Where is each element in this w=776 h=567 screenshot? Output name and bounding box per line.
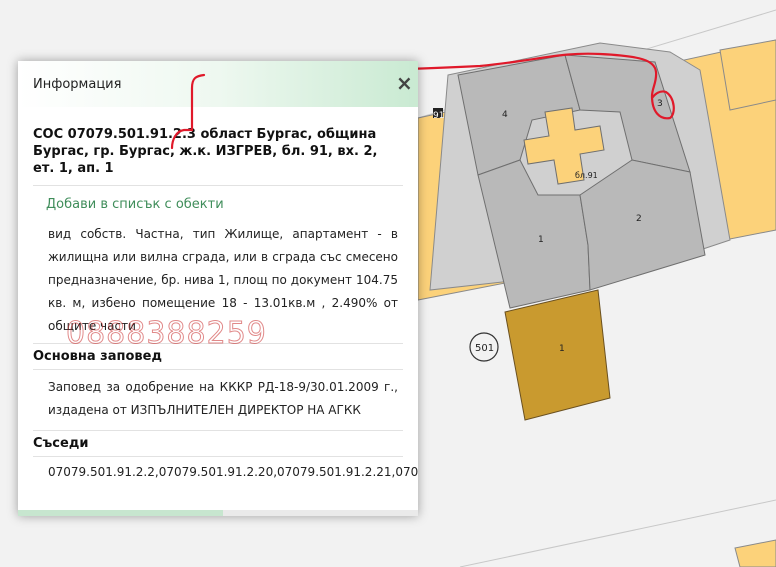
label-building-2: 2 (636, 214, 642, 224)
panel-title: Информация (33, 77, 122, 92)
label-block-91: бл.91 (575, 171, 598, 180)
scrollbar-thumb[interactable] (18, 510, 223, 516)
neighbors-heading: Съседи (33, 436, 89, 451)
order-heading: Основна заповед (33, 349, 162, 364)
panel-header: Информация × (18, 61, 418, 107)
divider (33, 456, 403, 457)
divider (33, 430, 403, 431)
object-description: вид собств. Частна, тип Жилище, апартаме… (48, 227, 398, 333)
divider (33, 185, 403, 186)
label-building-4: 4 (502, 110, 508, 120)
label-parcel-501: 501 (475, 343, 494, 354)
parcel-right[interactable] (719, 39, 776, 111)
add-to-list-link[interactable]: Добави в списък с обекти (46, 197, 224, 212)
horizontal-scrollbar[interactable] (18, 510, 418, 516)
label-annex-1: 1 (559, 344, 565, 354)
neighbors-list[interactable]: 07079.501.91.2.2,07079.501.91.2.20,07079… (48, 465, 418, 479)
divider (33, 343, 403, 344)
label-parcel-91: 91 (433, 111, 444, 121)
label-building-3: 3 (657, 99, 663, 109)
info-panel: Информация × СОС 07079.501.91.2.3 област… (18, 61, 418, 516)
panel-body: СОС 07079.501.91.2.3 област Бургас, общи… (18, 107, 418, 507)
divider (33, 369, 403, 370)
close-button[interactable]: × (396, 73, 413, 93)
order-text: Заповед за одобрение на КККР РД-18-9/30.… (48, 380, 398, 417)
label-building-1: 1 (538, 235, 544, 245)
object-title: СОС 07079.501.91.2.3 област Бургас, общи… (33, 127, 378, 176)
